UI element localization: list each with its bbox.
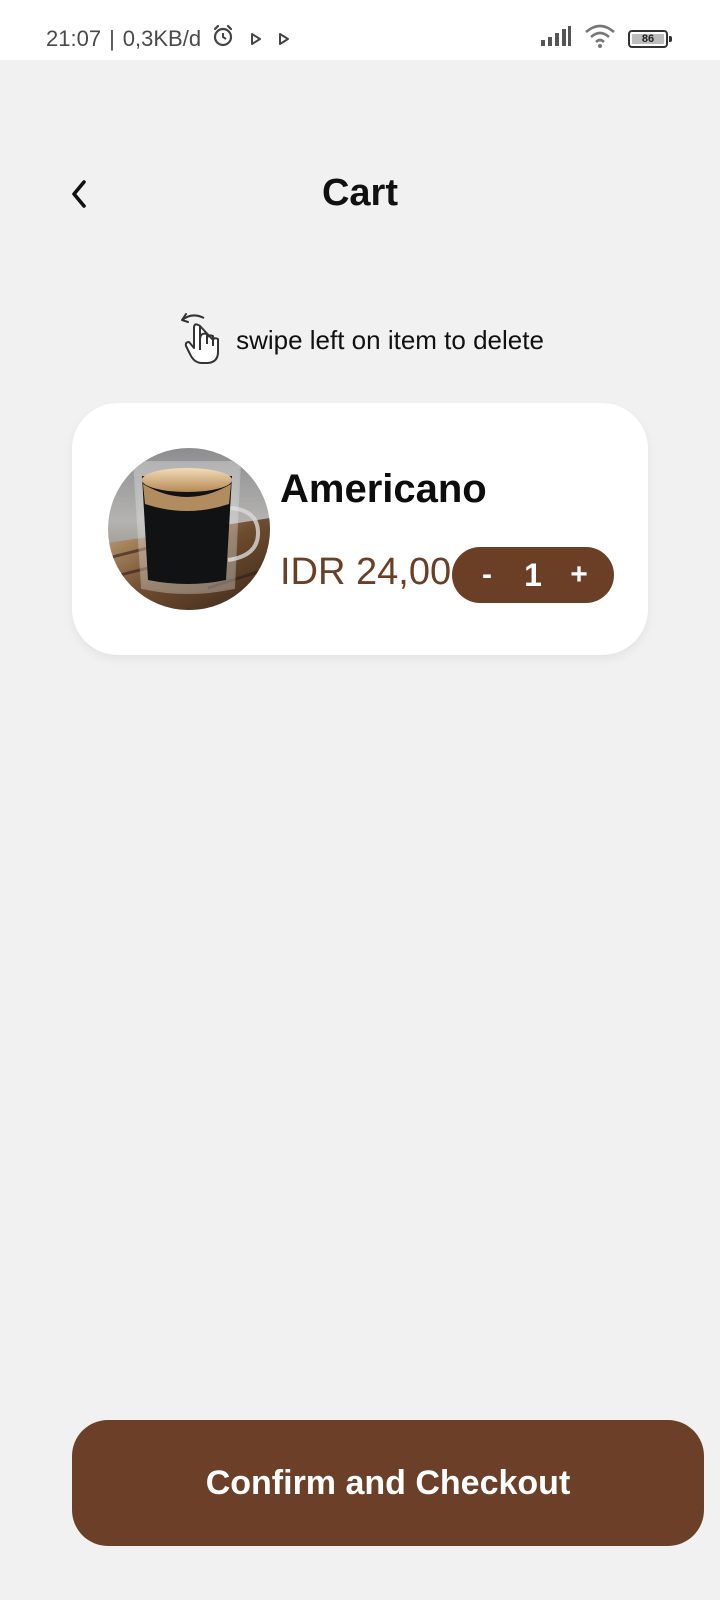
status-left: 21:07 | 0,3KB/d (46, 24, 291, 54)
status-right: 86 (540, 24, 672, 53)
back-button[interactable] (62, 176, 96, 216)
quantity-value: 1 (524, 556, 542, 593)
quantity-stepper: - 1 + (452, 547, 614, 603)
swipe-hint: swipe left on item to delete (0, 310, 720, 371)
americano-image (108, 448, 270, 610)
play-icon (277, 26, 291, 52)
decrease-quantity-button[interactable]: - (474, 558, 500, 592)
status-separator: | (109, 26, 115, 51)
wifi-icon (584, 24, 616, 53)
signal-icon (540, 25, 572, 52)
chevron-left-icon (68, 178, 90, 215)
increase-quantity-button[interactable]: + (566, 558, 592, 592)
play-icon (249, 26, 263, 52)
status-bar: 21:07 | 0,3KB/d 86 (0, 0, 720, 60)
network-speed: 0,3KB/d (122, 26, 202, 51)
item-name: Americano (280, 467, 487, 511)
battery-level: 86 (632, 33, 664, 45)
status-icons-left (211, 24, 291, 54)
battery-icon: 86 (628, 29, 672, 48)
swipe-hand-icon (176, 310, 224, 371)
status-time: 21:07 (46, 26, 102, 51)
swipe-hint-text: swipe left on item to delete (236, 325, 544, 355)
alarm-icon (211, 24, 235, 54)
page-title: Cart (321, 172, 399, 214)
confirm-checkout-button[interactable]: Confirm and Checkout (72, 1420, 704, 1546)
item-price: IDR 24,00 (280, 551, 452, 593)
cart-item-card[interactable]: Americano IDR 24,00 - 1 + (72, 403, 648, 655)
